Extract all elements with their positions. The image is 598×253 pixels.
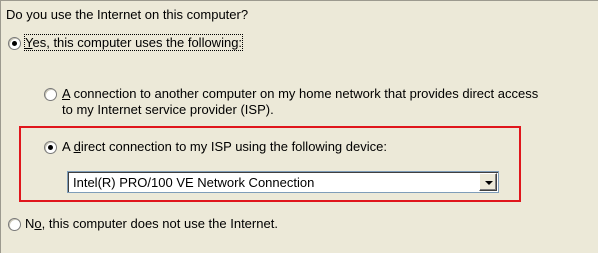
radio-yes-label[interactable]: Yes, this computer uses the following: [23,34,244,51]
radio-direct-connection-label[interactable]: A direct connection to my ISP using the … [62,139,387,154]
access-key: A [62,86,70,101]
chevron-down-icon [485,181,493,185]
dropdown-button[interactable] [479,173,497,191]
network-device-select[interactable]: Intel(R) PRO/100 VE Network Connection [67,171,499,193]
label-text: , this computer does not use the Interne… [41,216,278,231]
radio-another-computer-label-line2: to my Internet service provider (ISP). [62,102,274,117]
radio-yes-button[interactable] [8,37,21,50]
label-text: connection to another computer on my hom… [69,86,539,101]
access-key: d [73,139,81,154]
radio-no-label[interactable]: No, this computer does not use the Inter… [25,216,278,231]
radio-another-computer-button[interactable] [44,88,57,101]
question-label: Do you use the Internet on this computer… [6,7,249,22]
radio-selected-dot [12,41,17,46]
radio-another-computer-label[interactable]: A connection to another computer on my h… [62,86,538,101]
internet-settings-panel: Do you use the Internet on this computer… [0,0,598,253]
label-text: es, this computer uses the following: [32,35,243,50]
radio-direct-connection-button[interactable] [44,141,57,154]
label-text: A [62,139,74,154]
label-text: irect connection to my ISP using the fol… [80,139,387,154]
access-key: o [34,216,42,231]
radio-no-button[interactable] [8,218,21,231]
label-text: N [25,216,35,231]
network-device-value: Intel(R) PRO/100 VE Network Connection [73,175,315,190]
radio-selected-dot [48,145,53,150]
